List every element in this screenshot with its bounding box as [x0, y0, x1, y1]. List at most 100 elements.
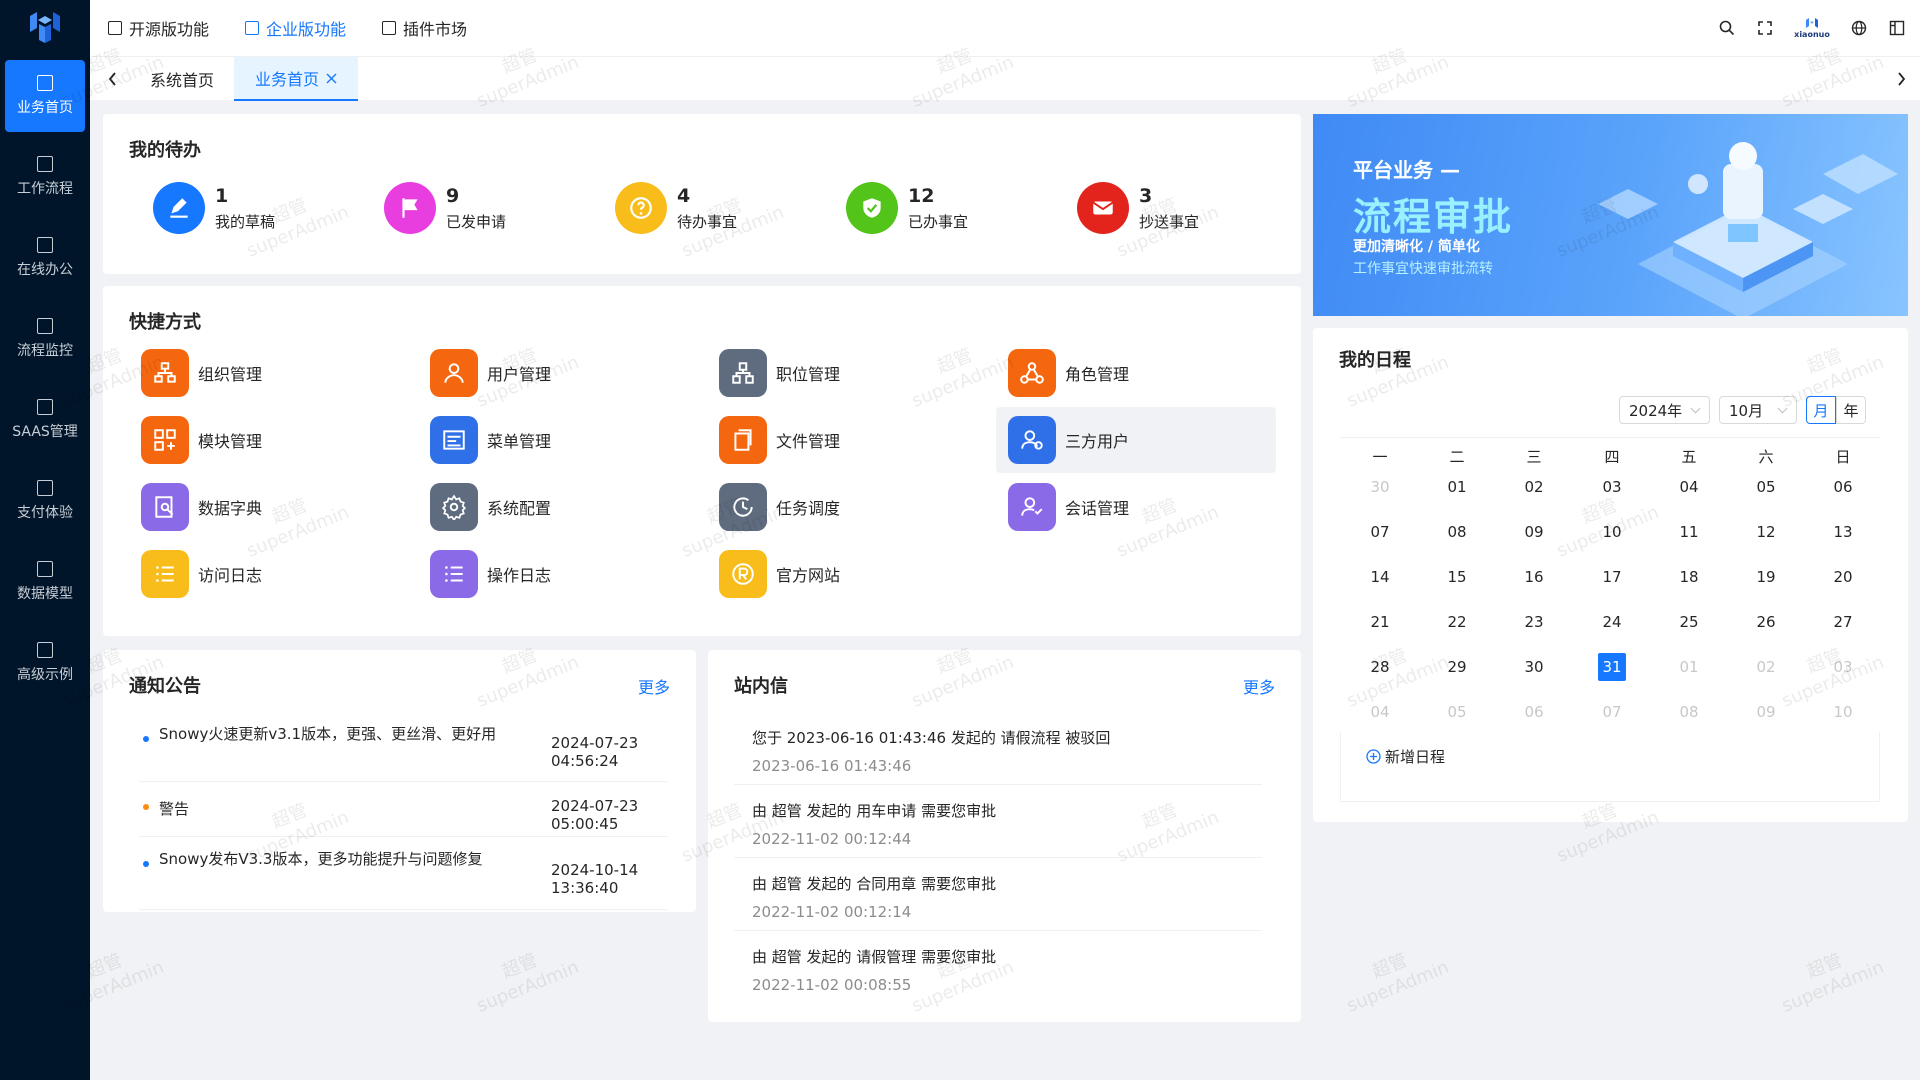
calendar-day[interactable]: 06	[1514, 698, 1554, 726]
calendar-day[interactable]: 06	[1823, 473, 1863, 501]
calendar-day[interactable]: 20	[1823, 563, 1863, 591]
app-logo[interactable]	[0, 0, 90, 56]
todo-item[interactable]: 12 已办事宜	[846, 182, 968, 234]
calendar-day[interactable]: 29	[1437, 653, 1477, 681]
notice-item[interactable]: Snowy火速更新v3.1版本，更强、更丝滑、更好用 2024-07-23 04:…	[139, 712, 667, 782]
mode-month-button[interactable]: 月	[1806, 396, 1836, 424]
calendar-day[interactable]: 25	[1669, 608, 1709, 636]
sidebar-item-2[interactable]: 在线办公	[5, 222, 85, 294]
calendar-day[interactable]: 08	[1437, 518, 1477, 546]
todo-item[interactable]: 1 我的草稿	[153, 182, 275, 234]
shortcut-item[interactable]: 系统配置	[418, 474, 698, 540]
notice-more-link[interactable]: 更多	[638, 674, 670, 698]
shortcut-item[interactable]: 组织管理	[129, 340, 409, 406]
calendar-day[interactable]: 30	[1514, 653, 1554, 681]
calendar-day[interactable]: 12	[1746, 518, 1786, 546]
calendar-day[interactable]: 30	[1360, 473, 1400, 501]
sidebar-item-6[interactable]: 数据模型	[5, 546, 85, 618]
calendar-day[interactable]: 17	[1592, 563, 1632, 591]
calendar-day[interactable]: 22	[1437, 608, 1477, 636]
notice-item[interactable]: Snowy发布V3.3版本，更多功能提升与问题修复 2024-10-14 13:3…	[139, 837, 667, 910]
close-icon[interactable]	[326, 73, 337, 84]
todo-item[interactable]: 4 待办事宜	[615, 182, 737, 234]
calendar-day[interactable]: 13	[1823, 518, 1863, 546]
tab-system-home[interactable]: 系统首页	[138, 57, 226, 101]
messages-more-link[interactable]: 更多	[1243, 674, 1275, 698]
calendar-day[interactable]: 24	[1592, 608, 1632, 636]
tabs-scroll-right[interactable]	[1886, 57, 1916, 101]
sidebar-item-0[interactable]: 业务首页	[5, 60, 85, 132]
calendar-day[interactable]: 15	[1437, 563, 1477, 591]
calendar-day[interactable]: 21	[1360, 608, 1400, 636]
calendar-day[interactable]: 03	[1592, 473, 1632, 501]
calendar-day[interactable]: 11	[1669, 518, 1709, 546]
shortcut-item[interactable]: 用户管理	[418, 340, 698, 406]
calendar-day[interactable]: 18	[1669, 563, 1709, 591]
sidebar-item-3[interactable]: 流程监控	[5, 303, 85, 375]
calendar-day[interactable]: 09	[1514, 518, 1554, 546]
add-schedule-button[interactable]: 新增日程	[1366, 746, 1445, 767]
calendar-day[interactable]: 09	[1746, 698, 1786, 726]
month-select[interactable]: 10月	[1719, 396, 1797, 424]
message-item[interactable]: 由 超管 发起的 用车申请 需要您审批 2022-11-02 00:12:44	[734, 785, 1262, 858]
search-button[interactable]	[1708, 0, 1746, 56]
calendar-day[interactable]: 16	[1514, 563, 1554, 591]
message-item[interactable]: 您于 2023-06-16 01:43:46 发起的 请假流程 被驳回 2023-…	[734, 712, 1262, 785]
topnav-item-0[interactable]: 开源版功能	[108, 16, 209, 40]
topnav-item-2[interactable]: 插件市场	[382, 16, 467, 40]
calendar-day[interactable]: 23	[1514, 608, 1554, 636]
calendar-day-today[interactable]: 31	[1598, 653, 1626, 681]
calendar-day[interactable]: 10	[1592, 518, 1632, 546]
sidebar-item-1[interactable]: 工作流程	[5, 141, 85, 213]
calendar-day[interactable]: 07	[1592, 698, 1632, 726]
calendar-day[interactable]: 28	[1360, 653, 1400, 681]
shortcut-item[interactable]: 官方网站	[707, 541, 987, 607]
shortcut-item[interactable]: 角色管理	[996, 340, 1276, 406]
calendar-day[interactable]: 14	[1360, 563, 1400, 591]
fullscreen-button[interactable]	[1746, 0, 1784, 56]
sidebar-item-7[interactable]: 高级示例	[5, 627, 85, 699]
shortcut-item[interactable]: 菜单管理	[418, 407, 698, 473]
calendar-day[interactable]: 01	[1669, 653, 1709, 681]
shortcut-item[interactable]: 文件管理	[707, 407, 987, 473]
workflow-banner[interactable]: 平台业务 — 流程审批 更加清晰化 / 简单化 工作事宜快速审批流转	[1313, 114, 1908, 316]
brand-badge[interactable]: xiaonuo	[1784, 0, 1840, 56]
sidebar-item-5[interactable]: 支付体验	[5, 465, 85, 537]
tabs-scroll-left[interactable]	[98, 57, 128, 101]
shortcut-item[interactable]: 会话管理	[996, 474, 1276, 540]
shortcut-item[interactable]: 任务调度	[707, 474, 987, 540]
calendar-day[interactable]: 08	[1669, 698, 1709, 726]
calendar-day[interactable]: 19	[1746, 563, 1786, 591]
tab-business-home[interactable]: 业务首页	[234, 57, 358, 101]
layout-button[interactable]	[1878, 0, 1916, 56]
todo-item[interactable]: 3 抄送事宜	[1077, 182, 1199, 234]
calendar-day[interactable]: 02	[1514, 473, 1554, 501]
calendar-day[interactable]: 04	[1360, 698, 1400, 726]
shortcut-item[interactable]: 数据字典	[129, 474, 409, 540]
message-item[interactable]: 由 超管 发起的 合同用章 需要您审批 2022-11-02 00:12:14	[734, 858, 1262, 931]
message-item[interactable]: 由 超管 发起的 请假管理 需要您审批 2022-11-02 00:08:55	[734, 931, 1262, 1004]
mode-year-button[interactable]: 年	[1836, 396, 1866, 424]
year-select[interactable]: 2024年	[1619, 396, 1710, 424]
shortcut-item[interactable]: 操作日志	[418, 541, 698, 607]
language-button[interactable]	[1840, 0, 1878, 56]
calendar-day[interactable]: 01	[1437, 473, 1477, 501]
shortcut-item[interactable]: 模块管理	[129, 407, 409, 473]
topnav-item-1[interactable]: 企业版功能	[245, 16, 346, 40]
calendar-day[interactable]: 26	[1746, 608, 1786, 636]
calendar-day[interactable]: 04	[1669, 473, 1709, 501]
calendar-day[interactable]: 05	[1746, 473, 1786, 501]
notice-item[interactable]: 警告 2024-07-23 05:00:45	[139, 782, 667, 837]
calendar-day[interactable]: 02	[1746, 653, 1786, 681]
calendar-day[interactable]: 03	[1823, 653, 1863, 681]
calendar-day[interactable]: 27	[1823, 608, 1863, 636]
shortcut-item[interactable]: 职位管理	[707, 340, 987, 406]
calendar-day[interactable]: 07	[1360, 518, 1400, 546]
todo-item[interactable]: 9 已发申请	[384, 182, 506, 234]
calendar-day[interactable]: 05	[1437, 698, 1477, 726]
shortcut-item[interactable]: 三方用户	[996, 407, 1276, 473]
shortcut-item[interactable]: 访问日志	[129, 541, 409, 607]
sidebar-item-4[interactable]: SAAS管理	[5, 384, 85, 456]
calendar-day[interactable]: 10	[1823, 698, 1863, 726]
search-icon	[1719, 20, 1735, 36]
